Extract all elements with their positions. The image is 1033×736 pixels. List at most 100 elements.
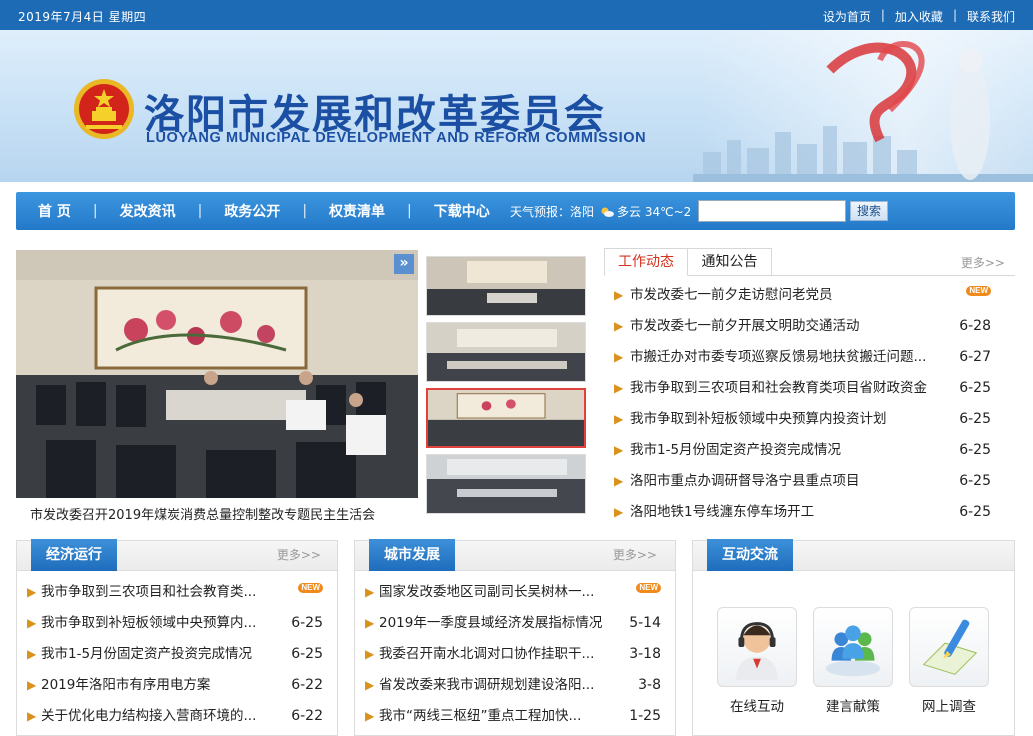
divider: |: [952, 8, 957, 22]
panel-title: 经济运行: [31, 539, 117, 571]
bullet-icon: ▶: [27, 709, 37, 723]
city-list: ▶ 国家发改委地区司副司长吴树林一... NEW ▶ 2019年一季度县域经济发展指标…: [363, 577, 661, 732]
bullet-icon: ▶: [614, 443, 624, 457]
list-item[interactable]: ▶ 我市争取到三农项目和社会教育类项目省财政资金 6-25: [612, 373, 1005, 404]
list-item[interactable]: ▶ 关于优化电力结构接入营商环境的... 6-22: [25, 701, 323, 732]
photo-slideshow: » 市发改委召开2019年煤炭消费总量控制整改专题民主生活会: [16, 248, 418, 528]
nav-home[interactable]: 首 页: [16, 201, 93, 221]
bullet-icon: ▶: [365, 709, 375, 723]
list-item[interactable]: ▶ 2019年洛阳市有序用电方案 6-22: [25, 670, 323, 701]
bullet-icon: ▶: [365, 616, 375, 630]
suggestions-button[interactable]: 建言献策: [813, 607, 893, 715]
list-item[interactable]: ▶ 市发改委七一前夕开展文明助交通活动 6-28: [612, 311, 1005, 342]
thumbnail-image: [427, 257, 585, 315]
bullet-icon: ▶: [614, 350, 624, 364]
list-item[interactable]: ▶ 洛阳市重点办调研督导洛宁县重点项目 6-25: [612, 466, 1005, 497]
nav-downloads[interactable]: 下载中心: [412, 201, 512, 221]
list-item[interactable]: ▶ 市搬迁办对市委专项巡察反馈易地扶贫搬迁问题... 6-27: [612, 342, 1005, 373]
suggestions-label: 建言献策: [826, 699, 880, 715]
national-emblem-icon: [74, 79, 134, 139]
bullet-icon: ▶: [614, 505, 624, 519]
economy-list: ▶ 我市争取到三农项目和社会教育类... NEW ▶ 我市争取到补短板领域中央预算内.…: [25, 577, 323, 732]
city-more-link[interactable]: 更多>>: [613, 546, 657, 563]
bullet-icon: ▶: [27, 585, 37, 599]
weather-label: 天气预报：洛阳: [510, 205, 595, 219]
tab-work-news[interactable]: 工作动态: [604, 248, 688, 276]
news-panel: 工作动态 通知公告 更多>> ▶ 市发改委七一前夕走访慰问老党员 NEW ▶ 市发改委…: [604, 248, 1015, 528]
list-item[interactable]: ▶ 省发改委来我市调研规划建设洛阳... 3-8: [363, 670, 661, 701]
thumbnail[interactable]: [426, 256, 586, 316]
nav-government-affairs[interactable]: 政务公开: [202, 201, 302, 221]
bullet-icon: ▶: [614, 288, 624, 302]
pen-document-icon: [909, 607, 989, 687]
list-item[interactable]: ▶ 我市争取到三农项目和社会教育类... NEW: [25, 577, 323, 608]
list-item[interactable]: ▶ 洛阳地铁1号线瀍东停车场开工 6-25: [612, 497, 1005, 528]
thumbnail-image: [427, 323, 585, 381]
online-interaction-button[interactable]: 在线互动: [717, 607, 797, 715]
red-ribbon-heart-illustration: [826, 41, 990, 180]
list-item[interactable]: ▶ 国家发改委地区司副司长吴树林一... NEW: [363, 577, 661, 608]
divider: |: [197, 203, 203, 219]
top-bar: 2019年7月4日 星期四 设为首页 | 加入收藏 | 联系我们: [0, 0, 1033, 30]
list-item[interactable]: ▶ 市发改委七一前夕走访慰问老党员 NEW: [612, 280, 1005, 311]
news-list: ▶ 市发改委七一前夕走访慰问老党员 NEW ▶ 市发改委七一前夕开展文明助交通活动 6-…: [612, 280, 1005, 528]
nav-power-list[interactable]: 权责清单: [307, 201, 407, 221]
headset-support-icon: [717, 607, 797, 687]
thumbnail[interactable]: [426, 322, 586, 382]
interaction-panel: 互动交流 在线互动 建言献策 网上调查: [692, 539, 1015, 736]
new-badge: NEW: [966, 286, 991, 296]
meeting-photo[interactable]: [16, 250, 418, 498]
new-badge: NEW: [298, 583, 323, 593]
thumbnail-active[interactable]: [426, 388, 586, 448]
bullet-icon: ▶: [614, 412, 624, 426]
add-favorite-link[interactable]: 加入收藏: [885, 8, 953, 25]
weather-value: 多云 34℃~2: [617, 205, 692, 219]
group-people-icon: [813, 607, 893, 687]
list-item[interactable]: ▶ 2019年一季度县域经济发展指标情况 5-14: [363, 608, 661, 639]
site-title-en: LUOYANG MUNICIPAL DEVELOPMENT AND REFORM…: [146, 130, 647, 146]
bullet-icon: ▶: [614, 319, 624, 333]
search-button[interactable]: 搜索: [850, 201, 888, 221]
economy-more-link[interactable]: 更多>>: [277, 546, 321, 563]
panel-title: 互动交流: [707, 539, 793, 571]
tab-notices[interactable]: 通知公告: [688, 248, 772, 276]
contact-us-link[interactable]: 联系我们: [957, 8, 1025, 25]
thumbnail-image: [427, 455, 585, 513]
cloudy-weather-icon: [601, 207, 615, 217]
news-tabs: 工作动态 通知公告 更多>>: [604, 248, 1015, 276]
set-homepage-link[interactable]: 设为首页: [813, 8, 881, 25]
weather-widget: 天气预报：洛阳 多云 34℃~2: [510, 203, 696, 220]
divider: |: [407, 203, 412, 219]
list-item[interactable]: ▶ 我市争取到补短板领域中央预算内... 6-25: [25, 608, 323, 639]
bullet-icon: ▶: [365, 647, 375, 661]
online-interaction-label: 在线互动: [730, 699, 784, 715]
search-input[interactable]: [698, 200, 846, 222]
main-nav: 首 页 | 发改资讯 | 政务公开 | 权责清单 | 下载中心 天气预报：洛阳 …: [16, 192, 1015, 230]
city-development-panel: 城市发展 更多>> ▶ 国家发改委地区司副司长吴树林一... NEW ▶ 2019年一…: [354, 539, 676, 736]
next-slide-button[interactable]: »: [394, 254, 414, 274]
economy-panel: 经济运行 更多>> ▶ 我市争取到三农项目和社会教育类... NEW ▶ 我市争取到补…: [16, 539, 338, 736]
bullet-icon: ▶: [365, 585, 375, 599]
list-item[interactable]: ▶ 我市“两线三枢纽”重点工程加快... 1-25: [363, 701, 661, 732]
bullet-icon: ▶: [614, 381, 624, 395]
nav-news[interactable]: 发改资讯: [98, 201, 198, 221]
list-item[interactable]: ▶ 我市1-5月份固定资产投资完成情况 6-25: [25, 639, 323, 670]
news-more-link[interactable]: 更多>>: [961, 254, 1005, 271]
bullet-icon: ▶: [27, 647, 37, 661]
divider: |: [880, 8, 885, 22]
bullet-icon: ▶: [614, 474, 624, 488]
panel-header: 城市发展 更多>>: [355, 539, 675, 571]
online-survey-button[interactable]: 网上调查: [909, 607, 989, 715]
bullet-icon: ▶: [27, 678, 37, 692]
thumbnail[interactable]: [426, 454, 586, 514]
list-item[interactable]: ▶ 我市1-5月份固定资产投资完成情况 6-25: [612, 435, 1005, 466]
panel-title: 城市发展: [369, 539, 455, 571]
top-links: 设为首页 | 加入收藏 | 联系我们: [813, 8, 1025, 25]
list-item[interactable]: ▶ 我市争取到补短板领域中央预算内投资计划 6-25: [612, 404, 1005, 435]
panel-header: 经济运行 更多>>: [17, 539, 337, 571]
divider: |: [92, 203, 98, 219]
slide-caption[interactable]: 市发改委召开2019年煤炭消费总量控制整改专题民主生活会: [30, 504, 375, 523]
list-item[interactable]: ▶ 我委召开南水北调对口协作挂职干... 3-18: [363, 639, 661, 670]
bullet-icon: ▶: [365, 678, 375, 692]
panel-header: 互动交流: [693, 539, 1014, 571]
